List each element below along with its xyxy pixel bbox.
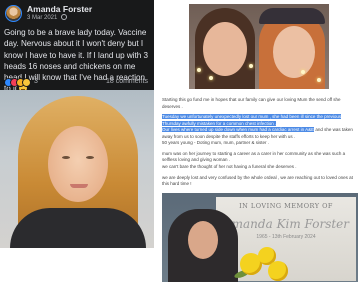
post-meta: 3 Mar 2021 xyxy=(27,14,68,21)
memorial-photo: IN LOVING MEMORY OF Amanda Kim Forster 1… xyxy=(162,193,358,282)
photo-mouth xyxy=(70,184,88,188)
photo-shoulders xyxy=(10,208,146,248)
photo-eye-right xyxy=(86,156,94,159)
story-text: mum was on her journey to starting a car… xyxy=(162,150,346,163)
highlighted-text: Tuesday we unfortunately unexpectedly lo… xyxy=(162,114,342,120)
globe-icon xyxy=(61,14,68,20)
avatar[interactable] xyxy=(5,5,22,22)
flowers-icon xyxy=(232,245,292,282)
story-paragraph: Starting this go fund me in hopes that o… xyxy=(162,97,341,109)
sunflower xyxy=(268,261,288,281)
reactions-count[interactable]: 3 xyxy=(34,78,38,85)
sparkle-icon xyxy=(249,64,253,68)
story-paragraph: Tuesday we unfortunately unexpectedly lo… xyxy=(162,114,358,147)
story-paragraph: we are deeply lost and very confused by … xyxy=(162,174,353,187)
selfie-photo xyxy=(189,4,329,89)
selfie-face-right xyxy=(273,26,315,78)
post-timestamp[interactable]: 3 Mar 2021 xyxy=(27,15,57,21)
selfie-face-left xyxy=(203,22,247,76)
post-header: Amanda Forster 3 Mar 2021 xyxy=(5,4,151,24)
photo-face xyxy=(48,126,108,202)
fundraiser-story: Starting this go fund me in hopes that o… xyxy=(162,97,358,192)
reactions-bar: 3 18 comments xyxy=(4,78,150,88)
highlighted-text: Our lives where turned up side down when… xyxy=(162,127,315,133)
memorial-title: IN LOVING MEMORY OF xyxy=(239,202,333,210)
sad-icon[interactable] xyxy=(22,78,31,87)
post-photo[interactable] xyxy=(0,90,154,248)
author-name[interactable]: Amanda Forster xyxy=(27,4,92,14)
memorial-name: Amanda Kim Forster xyxy=(222,217,350,231)
sparkle-icon xyxy=(197,68,201,72)
story-text: we can't bare the thought of her not hav… xyxy=(162,163,297,169)
selfie-hat xyxy=(259,8,325,24)
highlighted-text: Thursday awfully mistaken for a common c… xyxy=(162,120,277,126)
story-text: 50 years young - Doting mum, mum, partne… xyxy=(162,140,270,146)
sparkle-icon xyxy=(317,78,321,82)
memorial-portrait-face xyxy=(188,221,218,259)
sparkle-icon xyxy=(209,76,213,80)
sparkle-icon xyxy=(301,70,305,74)
comments-link[interactable]: 18 comments xyxy=(106,78,148,85)
photo-eye-left xyxy=(62,156,70,159)
story-paragraph: mum was on her journey to starting a car… xyxy=(162,151,358,171)
facebook-post: Amanda Forster 3 Mar 2021 Going to be a … xyxy=(0,0,154,248)
